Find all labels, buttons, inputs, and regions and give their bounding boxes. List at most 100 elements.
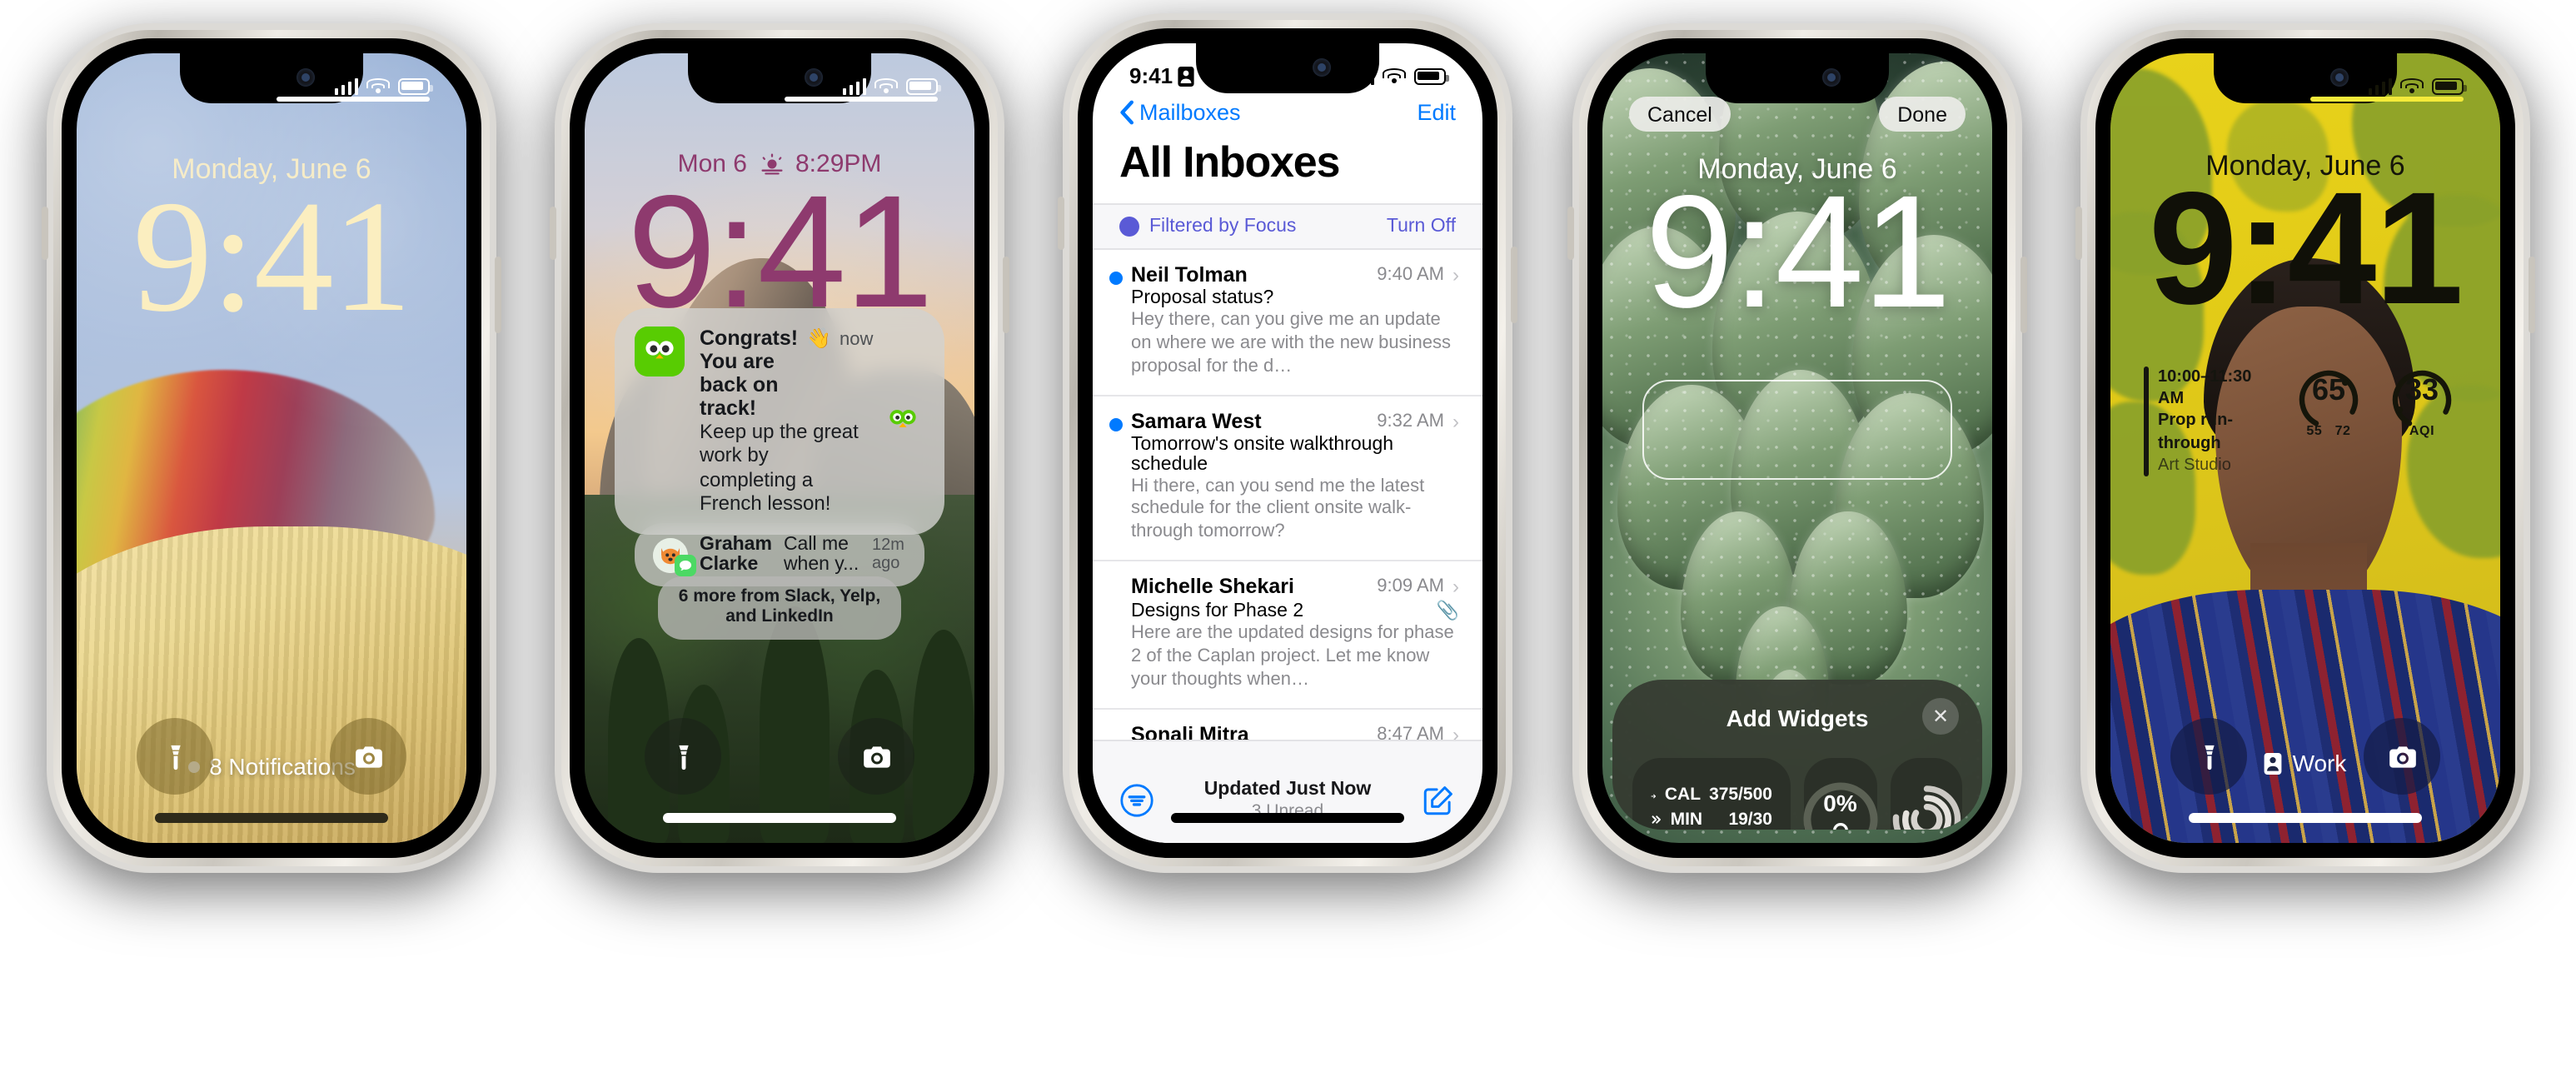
cellular-icon [334, 77, 358, 94]
back-to-mailboxes-button[interactable]: Mailboxes [1119, 100, 1241, 125]
widget-grid: CAL 375/500 MIN 19/30 0% [1632, 758, 1962, 830]
widget-activity-stats[interactable]: CAL 375/500 MIN 19/30 [1632, 758, 1791, 830]
cancel-button[interactable]: Cancel [1629, 97, 1731, 132]
flashlight-button[interactable] [2170, 718, 2247, 795]
flashlight-button[interactable] [137, 718, 213, 795]
table-row[interactable]: Michelle Shekari 9:09 AM › Designs for P… [1093, 561, 1482, 710]
close-icon[interactable]: ✕ [1922, 698, 1959, 735]
phone-5-volume-buttons[interactable] [2075, 207, 2082, 260]
camera-button[interactable] [2364, 718, 2440, 795]
status-bar: 9:41 [1093, 43, 1482, 93]
phone-1-power-button[interactable] [495, 257, 501, 333]
edit-button[interactable]: Edit [1417, 100, 1456, 125]
home-indicator[interactable] [1171, 813, 1404, 823]
phone-5: Monday, June 6 9:41 10:00–11:30 AM Prop … [2075, 23, 2535, 873]
event-location: Art Studio [2158, 456, 2231, 475]
widget-calendar-event[interactable]: 10:00–11:30 AM Prop run-through Art Stud… [2144, 366, 2274, 476]
message-subject: Designs for Phase 2 [1131, 601, 1304, 621]
status-underline [2310, 97, 2464, 101]
message-subject: Proposal status? [1131, 288, 1274, 308]
battery-icon [906, 77, 941, 94]
focus-filter-label: Filtered by Focus [1119, 217, 1296, 237]
phone-4-volume-buttons[interactable] [1567, 207, 1574, 260]
page-title: All Inboxes [1119, 137, 1340, 187]
lock-clock: 9:41 [627, 163, 934, 342]
notification-stack: Congrats! You are back on track! 👋 now K… [615, 307, 944, 640]
home-indicator[interactable] [155, 813, 388, 823]
chevron-right-icon: › [1452, 263, 1459, 287]
battery-icon [2432, 77, 2467, 94]
phone-1-screen[interactable]: Monday, June 6 9:41 8 Notifications [77, 53, 466, 843]
lock-clock: 9:41 [2148, 160, 2464, 338]
camera-icon [863, 745, 889, 767]
message-sender: Graham Clarke [700, 535, 772, 575]
phone-5-screen[interactable]: Monday, June 6 9:41 10:00–11:30 AM Prop … [2110, 53, 2500, 843]
aqi-value: 33 [2404, 373, 2439, 406]
chevron-right-icon: › [1452, 575, 1459, 599]
phone-5-power-button[interactable] [2529, 257, 2535, 333]
temperature-value: 65 [2311, 373, 2346, 406]
phone-2-power-button[interactable] [1003, 257, 1009, 333]
compose-icon[interactable] [1421, 783, 1456, 818]
mail-message-list[interactable]: Neil Tolman 9:40 AM › Proposal status? H… [1093, 250, 1482, 740]
turn-off-focus-button[interactable]: Turn Off [1387, 217, 1456, 237]
add-widgets-sheet: Add Widgets ✕ CAL 375/500 MIN 19/30 0% [1612, 680, 1982, 830]
phone-4: Cancel Done Monday, June 6 9:41 Add Widg… [1567, 23, 2027, 873]
table-row[interactable]: Samara West 9:32 AM › Tomorrow's onsite … [1093, 396, 1482, 562]
status-underline [785, 97, 938, 101]
phone-4-screen[interactable]: Cancel Done Monday, June 6 9:41 Add Widg… [1602, 53, 1992, 843]
battery-icon [1414, 67, 1449, 84]
umbrella-icon [1832, 823, 1848, 830]
empty-widget-slot[interactable] [1642, 380, 1952, 480]
wifi-icon [2400, 77, 2424, 94]
phone-2-volume-buttons[interactable] [550, 207, 556, 260]
camera-button[interactable] [330, 718, 406, 795]
flashlight-icon [170, 744, 180, 770]
attachment-icon: 📎 [1436, 601, 1459, 622]
table-row[interactable]: Sonali Mitra 8:47 AM › Ameya's baby show… [1093, 709, 1482, 740]
event-accent-bar [2144, 366, 2149, 476]
status-time: 9:41 [1129, 63, 1173, 88]
phone-2-screen[interactable]: Mon 6 8:29PM 9:41 Congrats! You are back… [585, 53, 974, 843]
phone-4-bezel: Cancel Done Monday, June 6 9:41 Add Widg… [1587, 38, 2007, 858]
widget-precipitation[interactable]: 0% [1803, 758, 1877, 830]
sheet-header: Add Widgets ✕ [1632, 698, 1962, 758]
home-indicator[interactable] [663, 813, 896, 823]
status-bar [2110, 53, 2500, 103]
mail-toolbar: Updated Just Now 3 Unread [1093, 740, 1482, 843]
more-notifications[interactable]: 6 more from Slack, Yelp, and LinkedIn [658, 576, 901, 640]
phone-1-volume-buttons[interactable] [42, 207, 48, 260]
camera-button[interactable] [838, 718, 914, 795]
flashlight-button[interactable] [645, 718, 721, 795]
phone-1: Monday, June 6 9:41 8 Notifications [42, 23, 501, 873]
notification-duolingo[interactable]: Congrats! You are back on track! 👋 now K… [615, 307, 944, 535]
cellular-icon [2368, 77, 2392, 94]
stat-label: MIN [1670, 809, 1703, 830]
lock-clock: 9:41 [132, 167, 411, 345]
phone-4-power-button[interactable] [2020, 257, 2027, 333]
phone-3-screen[interactable]: 9:41 Mailboxes Edit All Inboxes Filtered… [1093, 43, 1482, 843]
done-button[interactable]: Done [1879, 97, 1966, 132]
stat-value: 19/30 [1728, 809, 1772, 830]
phone-3-volume-buttons[interactable] [1058, 197, 1064, 250]
double-chevron-icon [1652, 815, 1661, 824]
stat-value: 375/500 [1709, 785, 1772, 805]
widget-air-quality[interactable]: 33 AQI [2384, 366, 2460, 438]
message-preview: Hey there, can you give me an update on … [1131, 310, 1451, 376]
filter-icon[interactable] [1119, 783, 1154, 818]
message-time: 12m ago [872, 536, 904, 573]
widget-temperature[interactable]: 65 55 72 [2290, 366, 2367, 438]
wifi-icon [1383, 67, 1406, 84]
sender-name: Sonali Mitra [1131, 722, 1249, 740]
lock-quick-actions [77, 713, 466, 800]
phone-2: Mon 6 8:29PM 9:41 Congrats! You are back… [550, 23, 1009, 873]
status-bar [585, 53, 974, 103]
wifi-icon [366, 77, 390, 94]
table-row[interactable]: Neil Tolman 9:40 AM › Proposal status? H… [1093, 250, 1482, 396]
phone-3-power-button[interactable] [1511, 247, 1517, 323]
message-time: 9:32 AM [1377, 411, 1444, 431]
phone-3: 9:41 Mailboxes Edit All Inboxes Filtered… [1058, 13, 1517, 873]
home-indicator[interactable] [2189, 813, 2422, 823]
aqi-label: AQI [2409, 423, 2435, 438]
widget-activity-rings[interactable] [1890, 758, 1962, 830]
